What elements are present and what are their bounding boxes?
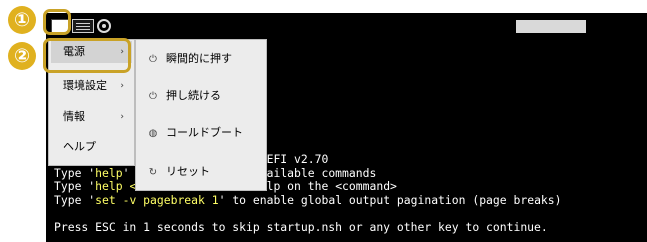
- submenu-item-label: 瞬間的に押す: [166, 52, 232, 65]
- menu-item-help[interactable]: ヘルプ: [51, 136, 132, 158]
- submenu-item-label: 押し続ける: [166, 89, 221, 102]
- callout-badge-1: ①: [8, 6, 36, 34]
- menu-item-label: ヘルプ: [63, 140, 96, 153]
- submenu-item-press[interactable]: ⏻ 瞬間的に押す: [146, 50, 232, 68]
- title-bar-placeholder: [516, 20, 586, 33]
- menu-item-label: 情報: [63, 110, 85, 123]
- console-line: Type 'help <command> -b' for help on the…: [54, 179, 397, 193]
- submenu-item-cold-boot[interactable]: ◍ コールドブート: [146, 124, 243, 142]
- keyboard-icon[interactable]: [72, 19, 94, 33]
- callout-badge-2: ②: [8, 42, 36, 70]
- console-line: Press ESC in 1 seconds to skip startup.n…: [54, 219, 548, 234]
- menu-item-settings[interactable]: 環境設定 ›: [51, 75, 132, 97]
- power-icon: ⏻: [149, 54, 157, 65]
- console-line: Type 'help' to get a list of available c…: [54, 165, 377, 180]
- menu-item-label: 環境設定: [63, 79, 107, 92]
- power-hold-icon: ⏻: [149, 91, 157, 102]
- submenu-item-label: リセット: [166, 165, 210, 178]
- submenu-item-hold[interactable]: ⏻ 押し続ける: [146, 87, 221, 105]
- power-submenu: ⏻ 瞬間的に押す ⏻ 押し続ける ◍ コールドブート ↻ リセット: [135, 39, 267, 191]
- console-line: Type 'set -v pagebreak 1' to enable glob…: [54, 192, 562, 207]
- menu-item-info[interactable]: 情報 ›: [51, 106, 132, 128]
- reset-icon: ↻: [148, 167, 158, 178]
- info-icon[interactable]: [97, 19, 111, 33]
- callout-highlight-2: [43, 38, 131, 73]
- submenu-item-reset[interactable]: ↻ リセット: [146, 163, 210, 181]
- cold-boot-icon: ◍: [148, 128, 158, 139]
- callout-highlight-1: [43, 9, 71, 35]
- submenu-item-label: コールドブート: [166, 126, 243, 139]
- chevron-right-icon: ›: [120, 112, 124, 122]
- chevron-right-icon: ›: [120, 81, 124, 91]
